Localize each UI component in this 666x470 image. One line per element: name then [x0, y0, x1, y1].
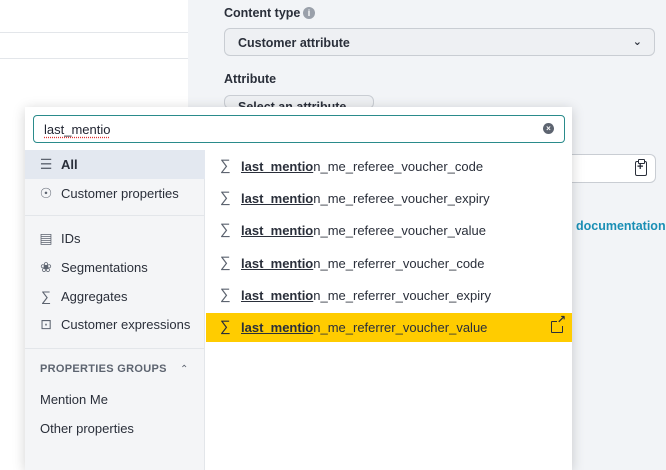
sidebar-item-customer-expressions[interactable]: ⊡ Customer expressions	[25, 310, 205, 339]
content-type-select[interactable]: Customer attribute ⌄	[224, 28, 655, 56]
search-input-value: last_mentio	[44, 122, 111, 137]
sidebar-item-label: Customer properties	[61, 186, 179, 201]
properties-groups-title: PROPERTIES GROUPS	[40, 363, 167, 375]
rest-text: n_me_referee_voucher_value	[313, 223, 486, 238]
list-item[interactable]: ∑ last_mention_me_referrer_voucher_code	[206, 249, 572, 278]
sidebar-item-label: All	[61, 157, 78, 172]
group-item-mention-me[interactable]: Mention Me	[40, 392, 108, 407]
sidebar-item-customer-properties[interactable]: ☉ Customer properties	[25, 179, 205, 208]
info-icon[interactable]: i	[303, 7, 315, 19]
external-link-icon[interactable]	[551, 315, 566, 333]
sigma-icon: ∑	[220, 221, 231, 238]
sidebar-item-segmentations[interactable]: ❀ Segmentations	[25, 253, 205, 282]
rest-text: n_me_referee_voucher_code	[313, 159, 484, 174]
list-item-highlighted[interactable]: ∑ last_mention_me_referrer_voucher_value	[206, 313, 572, 342]
segmentations-icon: ❀	[40, 259, 52, 275]
match-text: last_mentio	[241, 223, 314, 238]
list-item[interactable]: ∑ last_mention_me_referrer_voucher_expir…	[206, 281, 572, 310]
chevron-up-icon[interactable]: ⌃	[180, 364, 188, 375]
sigma-icon: ∑	[220, 318, 231, 335]
sidebar-item-label: IDs	[61, 231, 81, 246]
match-text: last_mentio	[241, 320, 314, 335]
sidebar-divider	[25, 215, 205, 216]
background-row-divider	[0, 58, 188, 59]
category-sidebar: ☰ All ☉ Customer properties ▤ IDs ❀ Segm…	[25, 150, 205, 470]
clipboard-icon[interactable]	[635, 159, 647, 176]
sidebar-item-aggregates[interactable]: ∑ Aggregates	[25, 282, 205, 311]
match-text: last_mentio	[241, 288, 314, 303]
person-icon: ☉	[39, 185, 53, 201]
chevron-down-icon: ⌄	[632, 36, 642, 48]
rest-text: n_me_referee_voucher_expiry	[313, 191, 490, 206]
rest-text: n_me_referrer_voucher_value	[313, 320, 488, 335]
rest-text: n_me_referrer_voucher_code	[313, 256, 485, 271]
list-icon: ☰	[39, 156, 53, 172]
sidebar-item-label: Customer expressions	[61, 317, 191, 332]
group-item-other-properties[interactable]: Other properties	[40, 421, 134, 436]
list-item[interactable]: ∑ last_mention_me_referee_voucher_code	[206, 152, 572, 181]
content-type-label: Content type	[224, 6, 301, 20]
sidebar-item-ids[interactable]: ▤ IDs	[25, 224, 205, 253]
expression-icon: ⊡	[40, 316, 52, 332]
attribute-picker-popup: last_mentio × ☰ All ☉ Customer propertie…	[25, 107, 572, 470]
sidebar-item-label: Segmentations	[61, 260, 148, 275]
background-row-divider	[0, 32, 188, 33]
match-text: last_mentio	[241, 159, 314, 174]
clear-icon[interactable]: ×	[543, 123, 554, 134]
rest-text: n_me_referrer_voucher_expiry	[313, 288, 492, 303]
sigma-icon: ∑	[220, 254, 231, 271]
id-card-icon: ▤	[39, 230, 53, 246]
attribute-label: Attribute	[224, 72, 277, 86]
sigma-icon: ∑	[220, 157, 231, 174]
content-type-value: Customer attribute	[238, 36, 350, 50]
search-input[interactable]: last_mentio ×	[33, 115, 565, 143]
sidebar-divider	[25, 348, 205, 349]
sigma-icon: ∑	[220, 286, 231, 303]
sigma-icon: ∑	[220, 189, 231, 206]
paste-field[interactable]	[560, 154, 656, 183]
documentation-link[interactable]: documentation	[576, 219, 666, 233]
list-item[interactable]: ∑ last_mention_me_referee_voucher_expiry	[206, 184, 572, 213]
match-text: last_mentio	[241, 191, 314, 206]
sidebar-item-label: Aggregates	[61, 289, 128, 304]
list-item[interactable]: ∑ last_mention_me_referee_voucher_value	[206, 216, 572, 245]
sidebar-item-all[interactable]: ☰ All	[25, 150, 205, 179]
sigma-icon: ∑	[41, 288, 51, 304]
match-text: last_mentio	[241, 256, 314, 271]
